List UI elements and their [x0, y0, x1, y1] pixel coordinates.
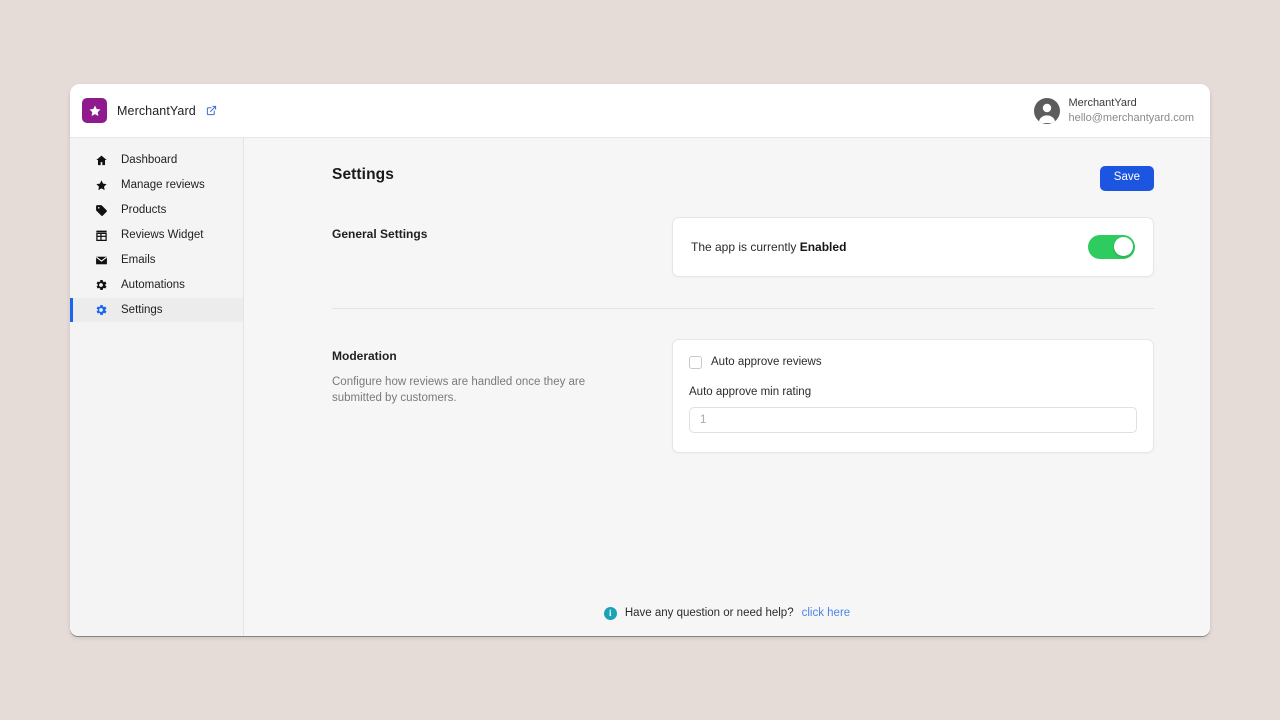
account-email: hello@merchantyard.com: [1069, 111, 1195, 126]
app-window: MerchantYard MerchantYard hello@merchant…: [70, 84, 1210, 636]
brand-name: MerchantYard: [117, 104, 196, 118]
storefront-icon: [94, 229, 108, 242]
min-rating-label: Auto approve min rating: [689, 386, 1137, 398]
account-menu[interactable]: MerchantYard hello@merchantyard.com: [1034, 96, 1195, 125]
sidebar-item-emails[interactable]: Emails: [70, 248, 243, 272]
general-settings-card-wrap: The app is currently Enabled: [672, 217, 1154, 277]
home-icon: [94, 154, 108, 167]
gear-icon: [94, 303, 108, 317]
moderation-card: Auto approve reviews Auto approve min ra…: [672, 339, 1154, 453]
sidebar-item-label: Reviews Widget: [121, 229, 203, 241]
app-status-prefix: The app is currently: [691, 240, 800, 254]
help-text: Have any question or need help?: [625, 607, 794, 619]
help-footer: i Have any question or need help? click …: [244, 590, 1210, 636]
star-icon: [94, 179, 108, 192]
brand[interactable]: MerchantYard: [82, 98, 217, 123]
person-avatar-icon: [1034, 98, 1060, 124]
page-title: Settings: [332, 166, 394, 184]
sidebar-item-reviews-widget[interactable]: Reviews Widget: [70, 223, 243, 247]
app-status-text: The app is currently Enabled: [691, 240, 846, 254]
body: Dashboard Manage reviews Products: [70, 138, 1210, 636]
auto-approve-label[interactable]: Auto approve reviews: [711, 356, 822, 368]
auto-approve-checkbox[interactable]: [689, 356, 702, 369]
tag-icon: [94, 204, 108, 217]
save-button[interactable]: Save: [1100, 166, 1154, 191]
sidebar-item-dashboard[interactable]: Dashboard: [70, 148, 243, 172]
star-icon: [82, 98, 107, 123]
info-circle-icon: i: [604, 607, 617, 620]
main-scroll-area: Settings Save General Settings The app i…: [244, 138, 1210, 590]
sidebar-item-label: Automations: [121, 279, 185, 291]
sidebar-item-automations[interactable]: Automations: [70, 273, 243, 297]
envelope-icon: [94, 254, 108, 267]
app-status-card: The app is currently Enabled: [672, 217, 1154, 277]
sidebar-item-label: Settings: [121, 304, 163, 316]
moderation-section: Moderation Configure how reviews are han…: [332, 339, 1154, 453]
sidebar: Dashboard Manage reviews Products: [70, 138, 244, 636]
moderation-heading-block: Moderation Configure how reviews are han…: [332, 339, 672, 407]
main-content: Settings Save General Settings The app i…: [244, 138, 1210, 636]
auto-approve-row: Auto approve reviews: [689, 356, 1137, 369]
general-settings-heading-block: General Settings: [332, 217, 672, 252]
moderation-description: Configure how reviews are handled once t…: [332, 374, 632, 407]
toggle-knob: [1114, 237, 1133, 256]
sidebar-item-manage-reviews[interactable]: Manage reviews: [70, 173, 243, 197]
cog-icon: [94, 278, 108, 292]
sidebar-item-label: Products: [121, 204, 166, 216]
moderation-title: Moderation: [332, 349, 632, 363]
sidebar-item-products[interactable]: Products: [70, 198, 243, 222]
external-link-icon[interactable]: [206, 105, 217, 116]
moderation-card-wrap: Auto approve reviews Auto approve min ra…: [672, 339, 1154, 453]
sidebar-item-label: Dashboard: [121, 154, 177, 166]
app-enabled-toggle[interactable]: [1088, 235, 1135, 259]
page-header: Settings Save: [332, 166, 1154, 191]
sidebar-item-label: Manage reviews: [121, 179, 205, 191]
account-name: MerchantYard: [1069, 96, 1195, 111]
app-status-value: Enabled: [800, 240, 847, 254]
sidebar-item-settings[interactable]: Settings: [70, 298, 243, 322]
general-settings-title: General Settings: [332, 227, 632, 241]
section-divider: [332, 308, 1154, 309]
min-rating-input[interactable]: [689, 407, 1137, 433]
general-settings-section: General Settings The app is currently En…: [332, 217, 1154, 277]
top-bar: MerchantYard MerchantYard hello@merchant…: [70, 84, 1210, 138]
sidebar-item-label: Emails: [121, 254, 156, 266]
help-link[interactable]: click here: [802, 607, 851, 619]
